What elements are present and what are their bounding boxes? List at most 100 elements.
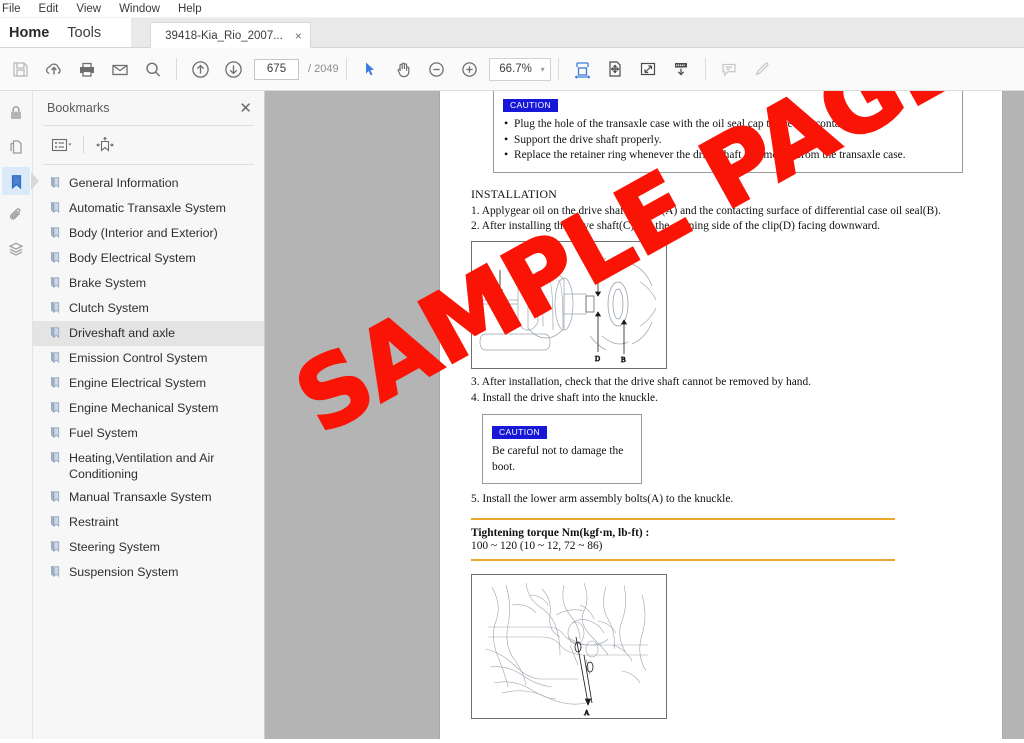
menu-file[interactable]: File (0, 0, 30, 18)
menu-window[interactable]: Window (110, 0, 169, 18)
bookmark-item[interactable]: Heating,Ventilation and Air Conditioning (33, 446, 264, 485)
installation-step-5: 5. Install the lower arm assembly bolts(… (471, 492, 980, 507)
bookmark-item-label: Engine Electrical System (69, 375, 206, 391)
page-thumbnails-icon[interactable] (2, 133, 30, 161)
bookmark-item-label: Body Electrical System (69, 250, 196, 266)
options-list-icon[interactable] (47, 132, 77, 158)
menu-edit[interactable]: Edit (30, 0, 68, 18)
bookmark-icon (49, 301, 62, 318)
search-icon[interactable] (136, 53, 169, 85)
caution-bullet: Support the drive shaft properly. (503, 133, 953, 149)
bookmark-item-label: Emission Control System (69, 350, 207, 366)
bookmark-item[interactable]: Steering System (33, 535, 264, 560)
bookmark-item[interactable]: Manual Transaxle System (33, 485, 264, 510)
bookmarks-icon[interactable] (2, 167, 30, 195)
tab-strip-filler (311, 18, 1024, 48)
bookmarks-panel-title: Bookmarks (47, 101, 110, 115)
svg-text:B: B (621, 356, 626, 364)
email-icon[interactable] (103, 53, 136, 85)
bookmark-item-label: Engine Mechanical System (69, 400, 218, 416)
installation-steps-3-4: 3. After installation, check that the dr… (471, 375, 980, 406)
navigation-rail (0, 91, 33, 739)
fit-width-icon[interactable] (566, 53, 599, 85)
bookmark-item-label: Steering System (69, 539, 160, 555)
upload-cloud-icon[interactable] (37, 53, 70, 85)
bookmark-item[interactable]: Brake System (33, 271, 264, 296)
bookmark-icon (49, 201, 62, 218)
installation-steps-1-2: 1. Applygear oil on the drive shaft spli… (471, 204, 980, 235)
zoom-level-select[interactable]: 66.7% ▾ (489, 58, 551, 81)
bookmark-item-label: Restraint (69, 514, 119, 530)
bookmark-item[interactable]: General Information (33, 171, 264, 196)
expand-bookmark-icon[interactable] (90, 132, 120, 158)
bookmark-item[interactable]: Driveshaft and axle (33, 321, 264, 346)
caution-bullet-list: Plug the hole of the transaxle case with… (503, 117, 953, 164)
select-arrow-icon[interactable] (354, 53, 387, 85)
step-item: 5. Install the lower arm assembly bolts(… (471, 492, 980, 507)
toolbar-divider-3 (558, 58, 559, 80)
tab-tools[interactable]: Tools (63, 18, 131, 48)
main-body: Bookmarks ✕ (0, 91, 1024, 739)
step-item: 4. Install the drive shaft into the knuc… (471, 391, 980, 406)
bookmark-icon (49, 515, 62, 532)
hand-icon[interactable] (387, 53, 420, 85)
highlight-pen-icon[interactable] (746, 53, 779, 85)
caution-bullet: Replace the retainer ring whenever the d… (503, 148, 953, 164)
tab-strip: Home Tools 39418-Kia_Rio_2007... × (0, 18, 1024, 48)
zoom-out-icon[interactable] (420, 53, 453, 85)
menu-view[interactable]: View (67, 0, 110, 18)
bookmark-item[interactable]: Restraint (33, 510, 264, 535)
attachments-icon[interactable] (2, 201, 30, 229)
bookmark-item-label: Suspension System (69, 564, 179, 580)
security-lock-icon[interactable] (2, 99, 30, 127)
step-item: 2. After installing the drive shaft(C), … (471, 219, 980, 234)
bookmark-item[interactable]: Body Electrical System (33, 246, 264, 271)
previous-page-icon[interactable] (184, 53, 217, 85)
step-item: 3. After installation, check that the dr… (471, 375, 980, 390)
svg-text:D: D (595, 355, 600, 363)
save-icon[interactable] (4, 53, 37, 85)
bookmark-icon (49, 451, 62, 468)
bookmark-item[interactable]: Clutch System (33, 296, 264, 321)
bookmarks-toolbar-divider (83, 136, 84, 154)
next-page-icon[interactable] (217, 53, 250, 85)
close-icon[interactable]: ✕ (239, 101, 252, 116)
menu-help[interactable]: Help (169, 0, 211, 18)
bookmarks-panel: Bookmarks ✕ (33, 91, 265, 739)
bookmark-icon (49, 176, 62, 193)
bookmark-icon (49, 376, 62, 393)
bookmark-icon (49, 540, 62, 557)
bookmark-item[interactable]: Emission Control System (33, 346, 264, 371)
svg-text:A: A (584, 708, 590, 717)
bookmark-item[interactable]: Engine Mechanical System (33, 396, 264, 421)
bookmark-icon (49, 426, 62, 443)
bookmark-item[interactable]: Automatic Transaxle System (33, 196, 264, 221)
comment-icon[interactable] (713, 53, 746, 85)
pdf-page-content: CAUTION Plug the hole of the transaxle c… (440, 91, 1002, 719)
zoom-in-icon[interactable] (453, 53, 486, 85)
bookmark-icon (49, 351, 62, 368)
tab-home[interactable]: Home (0, 18, 63, 48)
toolbar-divider-2 (346, 58, 347, 80)
tightening-torque-block: Tightening torque Nm(kgf·m, lb-ft) : 100… (471, 518, 895, 561)
step-item: 1. Applygear oil on the drive shaft spli… (471, 204, 980, 219)
page-fit-icon[interactable] (599, 53, 632, 85)
tab-document[interactable]: 39418-Kia_Rio_2007... × (150, 22, 311, 48)
page-number-input[interactable]: 675 (254, 59, 299, 80)
bookmark-item[interactable]: Body (Interior and Exterior) (33, 221, 264, 246)
scroll-mode-icon[interactable] (665, 53, 698, 85)
bookmark-item-label: Body (Interior and Exterior) (69, 225, 218, 241)
document-viewport[interactable]: CAUTION Plug the hole of the transaxle c… (265, 91, 1024, 739)
fullscreen-icon[interactable] (632, 53, 665, 85)
close-icon[interactable]: × (295, 29, 302, 43)
bookmark-icon (49, 490, 62, 507)
bookmark-item[interactable]: Engine Electrical System (33, 371, 264, 396)
bookmark-item-label: Brake System (69, 275, 146, 291)
caution-badge: CAUTION (492, 426, 547, 439)
print-icon[interactable] (70, 53, 103, 85)
chevron-down-icon: ▾ (541, 65, 545, 74)
layers-icon[interactable] (2, 235, 30, 263)
bookmark-item[interactable]: Fuel System (33, 421, 264, 446)
zoom-level-value: 66.7% (498, 63, 534, 75)
bookmark-item[interactable]: Suspension System (33, 560, 264, 585)
